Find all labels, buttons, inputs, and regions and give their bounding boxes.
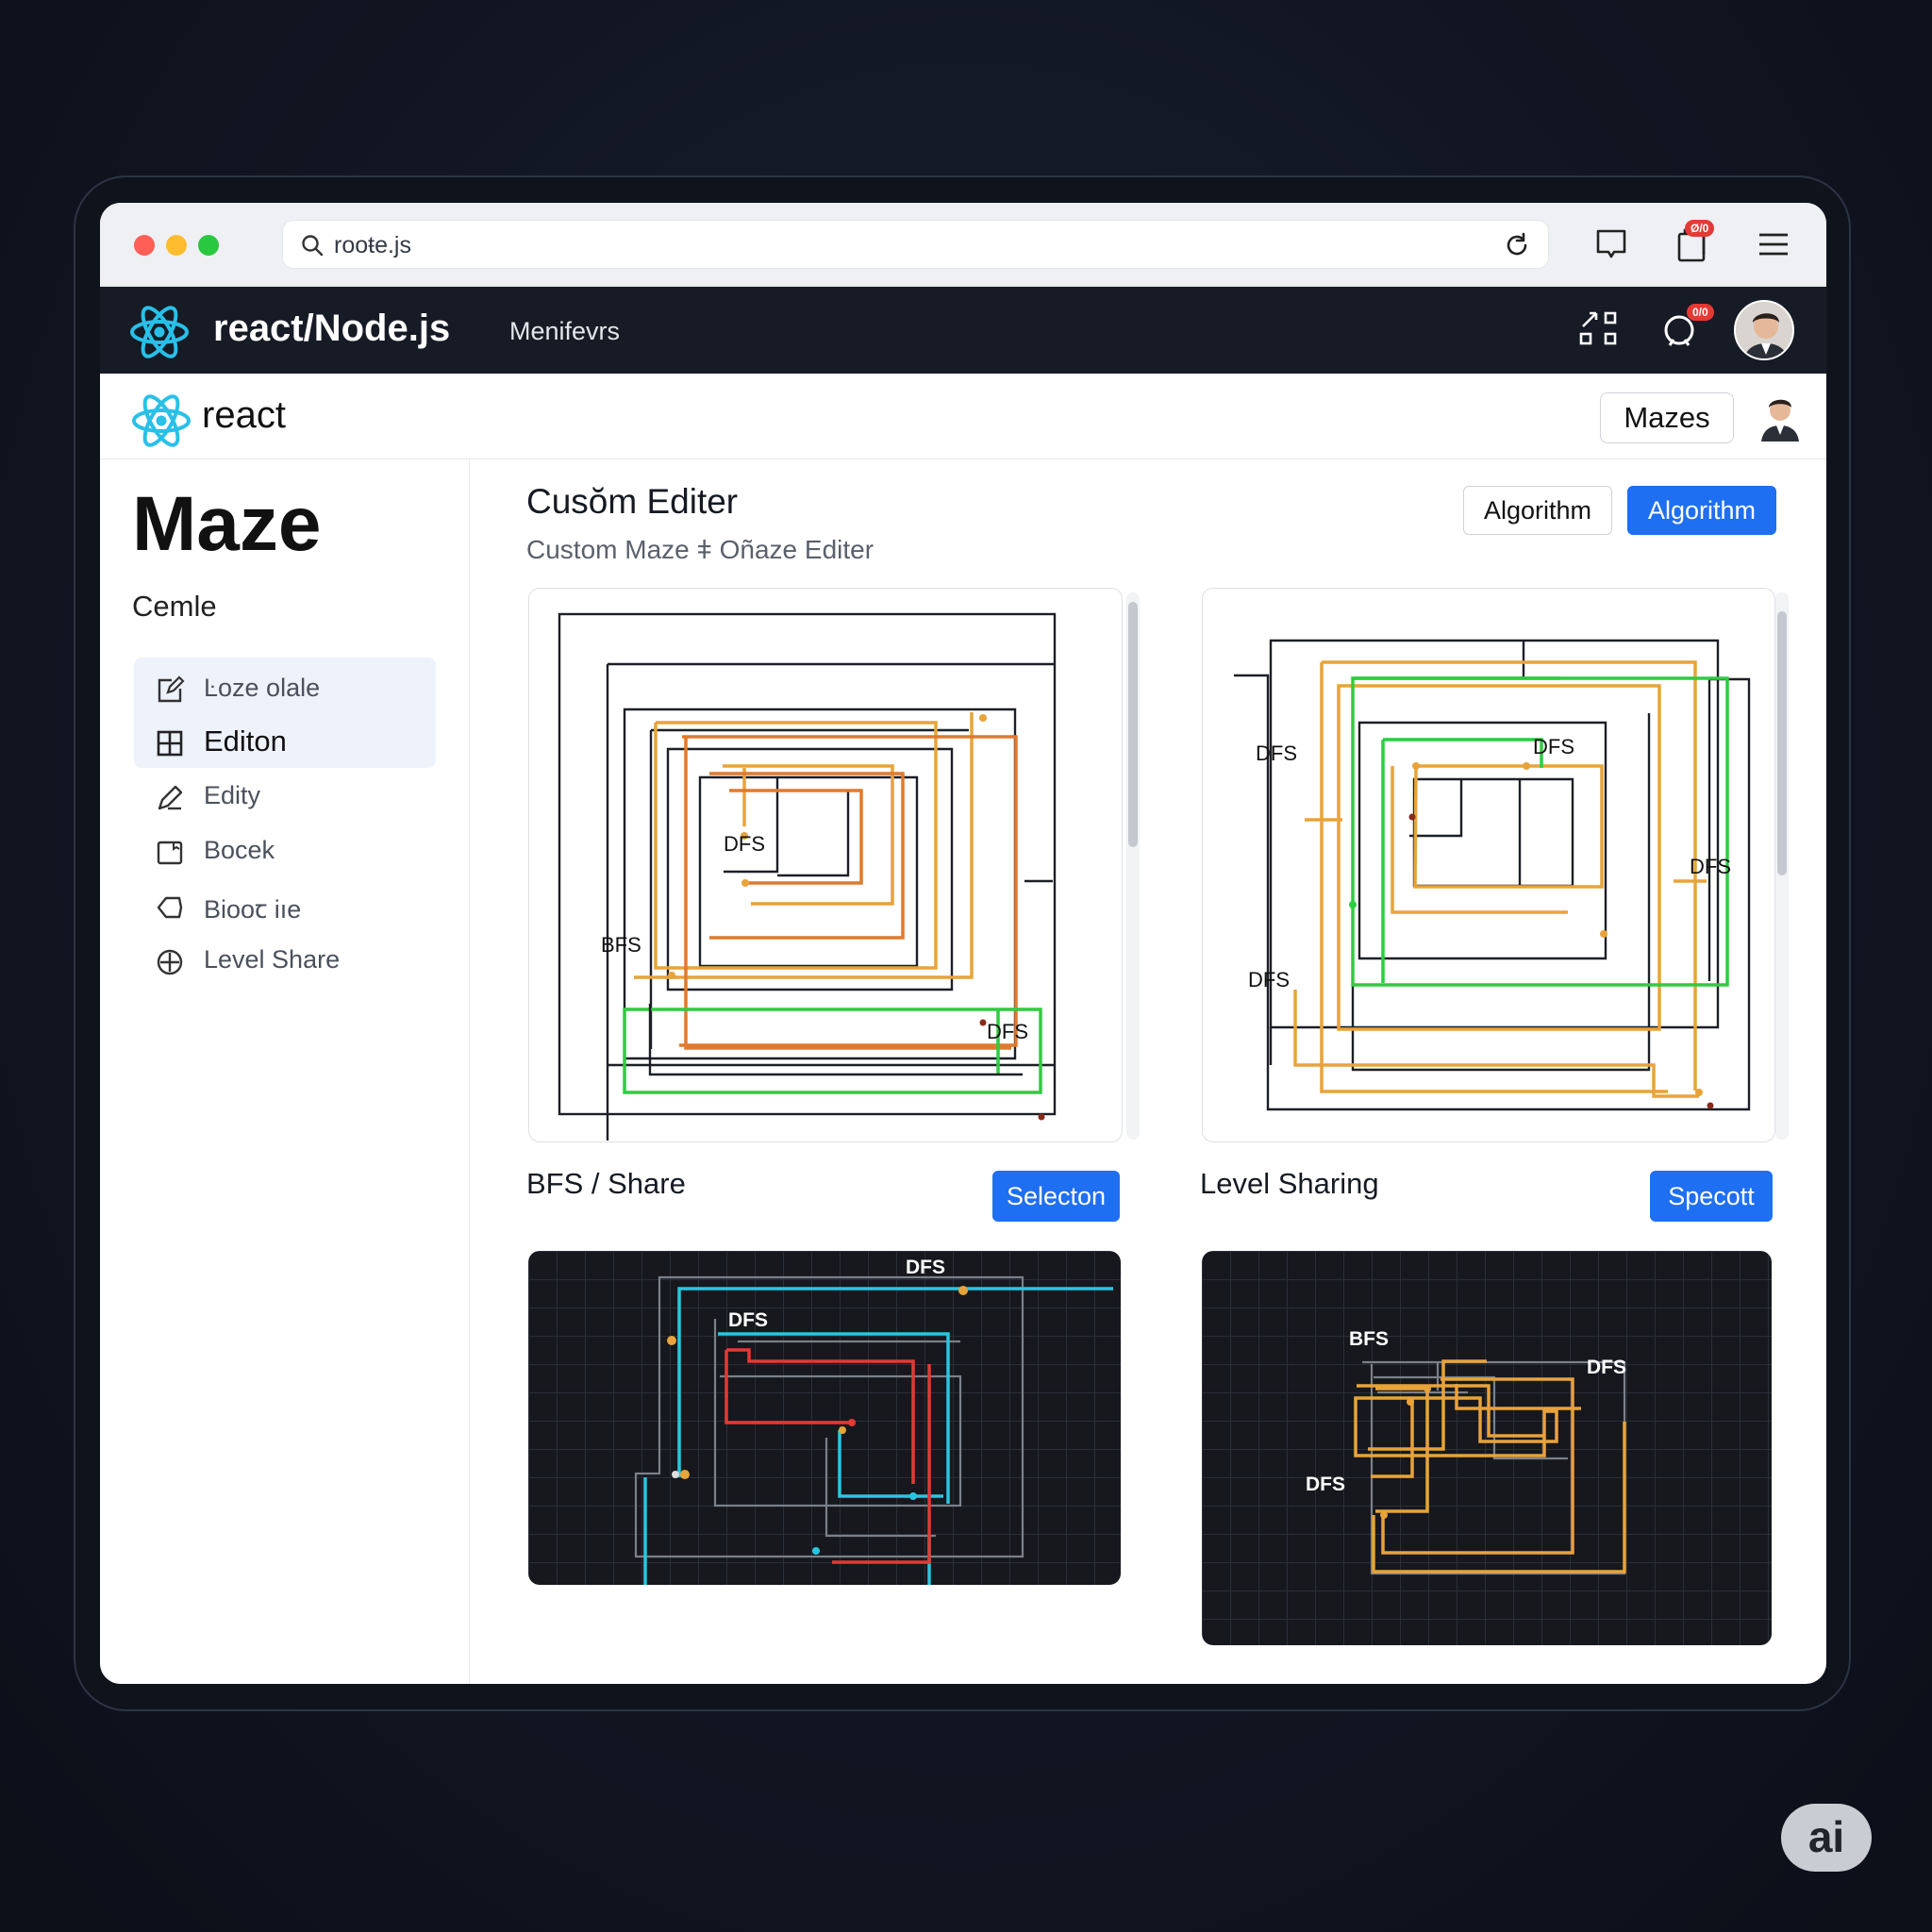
- card-title-level-sharing: Level Sharing: [1200, 1167, 1379, 1200]
- note-icon: [155, 838, 185, 873]
- maze-label: BFS: [1349, 1328, 1389, 1350]
- sidebar-item-level-share[interactable]: Level Share: [134, 933, 436, 988]
- maze-canvas-left[interactable]: DFS BFS DFS: [528, 588, 1123, 1142]
- scrollbar-right[interactable]: [1775, 592, 1789, 1140]
- maze-label: DFS: [987, 1020, 1028, 1043]
- sidebar-item-label: Edity: [204, 781, 261, 809]
- specott-button[interactable]: Specott: [1650, 1171, 1773, 1222]
- maze-svg-right: DFS DFS DFS DFS: [1234, 639, 1751, 1111]
- close-window-button[interactable]: [134, 235, 155, 256]
- grid-icon: [155, 728, 185, 763]
- notification-badge: 0/0: [1687, 304, 1714, 321]
- browser-window: rooŧe.js Ø/0 react/Node.js Menifevrs 0/0: [100, 203, 1826, 1684]
- sidebar-item-label: Editon: [204, 724, 287, 758]
- sidebar-item-0[interactable]: Ŀoze olale: [134, 661, 436, 716]
- minimize-window-button[interactable]: [166, 235, 187, 256]
- maze-label: DFS: [1533, 735, 1574, 758]
- card-title-bfs-share: BFS / Share: [526, 1167, 686, 1200]
- sidebar-item-3[interactable]: Bocek: [134, 824, 436, 878]
- menu-icon[interactable]: [1753, 224, 1794, 270]
- user-avatar[interactable]: [1734, 300, 1794, 360]
- react-logo-icon[interactable]: [130, 392, 192, 454]
- maze-label: DFS: [1587, 1357, 1626, 1378]
- sidebar-item-2[interactable]: Edity: [134, 769, 436, 824]
- comment-icon[interactable]: [1591, 224, 1632, 270]
- apps-icon[interactable]: [1577, 309, 1621, 358]
- maze-label: DFS: [728, 1309, 768, 1331]
- share-node-icon: [155, 947, 185, 982]
- sub-brand[interactable]: react: [202, 394, 286, 437]
- mazes-button[interactable]: Mazes: [1600, 392, 1734, 443]
- app-brand[interactable]: react/Node.js: [213, 308, 450, 350]
- page-title: Cusŏm Editer: [526, 482, 739, 521]
- algorithm-primary-button[interactable]: Algorithm: [1627, 486, 1776, 535]
- maze-label: DFS: [724, 832, 765, 856]
- algorithm-outline-button[interactable]: Algorithm: [1463, 486, 1612, 535]
- dark-maze-right[interactable]: BFS DFS DFS: [1202, 1251, 1772, 1645]
- address-bar[interactable]: rooŧe.js: [282, 220, 1549, 269]
- maximize-window-button[interactable]: [198, 235, 219, 256]
- dark-maze-svg-left: DFS DFS: [634, 1257, 1113, 1585]
- maze-label: DFS: [1306, 1474, 1345, 1495]
- user-avatar-small[interactable]: [1755, 391, 1806, 441]
- scrollbar-thumb[interactable]: [1128, 602, 1138, 847]
- top-navbar: react/Node.js Menifevrs 0/0: [100, 287, 1826, 374]
- notification-badge: Ø/0: [1685, 220, 1715, 237]
- search-icon: [300, 233, 325, 262]
- nav-link[interactable]: Menifevrs: [509, 317, 620, 346]
- tag-icon: [155, 892, 185, 927]
- dark-maze-left[interactable]: DFS DFS: [528, 1251, 1121, 1585]
- maze-canvas-right[interactable]: DFS DFS DFS DFS: [1202, 588, 1775, 1142]
- sidebar-section-title: Cemle: [132, 590, 217, 623]
- browser-toolbar: rooŧe.js Ø/0: [100, 203, 1826, 287]
- maze-label: DFS: [1256, 741, 1297, 765]
- selection-button[interactable]: Selecton: [992, 1171, 1120, 1222]
- pencil-icon: [155, 783, 185, 818]
- ai-watermark: ai: [1781, 1804, 1872, 1872]
- scrollbar-left[interactable]: [1126, 592, 1140, 1140]
- maze-label: DFS: [1690, 855, 1731, 878]
- scrollbar-thumb[interactable]: [1777, 611, 1787, 875]
- maze-label: DFS: [906, 1257, 945, 1278]
- reload-icon[interactable]: [1503, 231, 1531, 264]
- react-logo-icon[interactable]: [128, 304, 191, 365]
- maze-svg-left: DFS BFS DFS: [558, 612, 1057, 1141]
- sidebar-title: Maze: [132, 481, 322, 567]
- maze-label: BFS: [601, 933, 641, 957]
- dark-maze-svg-right: BFS DFS DFS: [1306, 1328, 1626, 1575]
- sidebar-item-4[interactable]: Bіooꞇ iıe: [134, 878, 436, 933]
- edit-square-icon: [155, 675, 185, 710]
- sub-header: react Mazes: [100, 374, 1826, 459]
- maze-label: DFS: [1248, 968, 1290, 991]
- url-text: rooŧe.js: [334, 232, 411, 258]
- sidebar-item-label: Bіooꞇ iıe: [204, 895, 302, 924]
- sidebar-item-editor[interactable]: Editon: [134, 714, 436, 769]
- page-subtitle: Custom Maze ǂ Oñaze Editer: [526, 535, 874, 564]
- sidebar-item-label: Ŀoze olale: [204, 674, 321, 702]
- sidebar-item-label: Level Share: [204, 945, 341, 974]
- sidebar-item-label: Bocek: [204, 836, 275, 864]
- sidebar: Maze Cemle Ŀoze olale Editon Edity Bocek…: [100, 459, 470, 1684]
